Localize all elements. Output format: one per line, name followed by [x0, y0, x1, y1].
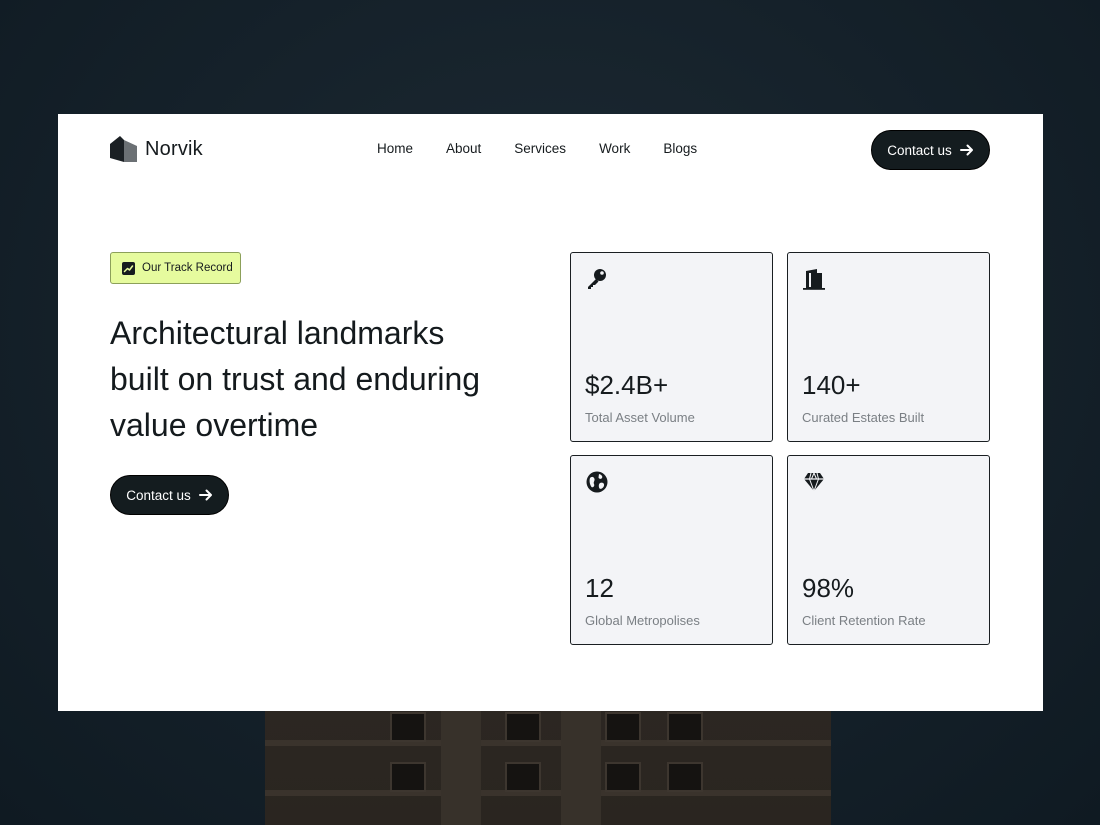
nav-item-about[interactable]: About — [446, 141, 481, 156]
globe-icon — [586, 471, 608, 493]
hero-headline: Architectural landmarks built on trust a… — [110, 315, 481, 443]
nav-item-home[interactable]: Home — [377, 141, 413, 156]
trending-chart-icon — [122, 261, 135, 275]
stat-card-metropolises: 12 Global Metropolises — [570, 455, 773, 645]
hero-contact-label: Contact us — [126, 487, 191, 503]
badge-label: Our Track Record — [142, 262, 233, 274]
nav-item-blogs[interactable]: Blogs — [663, 141, 697, 156]
stat-card-retention-rate: 98% Client Retention Rate — [787, 455, 990, 645]
landing-card: Norvik Home About Services Work Blogs Co… — [58, 114, 1043, 711]
brand-name: Norvik — [145, 137, 203, 160]
stat-card-asset-volume: $2.4B+ Total Asset Volume — [570, 252, 773, 442]
background-building — [265, 700, 831, 825]
stat-value: 98% — [802, 573, 855, 603]
main-nav: Home About Services Work Blogs — [377, 141, 697, 156]
stat-value: 12 — [585, 573, 614, 603]
arrow-right-icon — [959, 144, 973, 156]
diamond-icon — [804, 472, 824, 492]
stat-card-estates-built: 140+ Curated Estates Built — [787, 252, 990, 442]
stat-value: $2.4B+ — [585, 370, 669, 400]
nav-contact-label: Contact us — [887, 142, 952, 158]
track-record-badge: Our Track Record — [110, 252, 241, 284]
nav-item-work[interactable]: Work — [599, 141, 630, 156]
brand-logo[interactable]: Norvik — [110, 136, 203, 162]
key-icon — [588, 269, 606, 289]
nav-item-services[interactable]: Services — [514, 141, 566, 156]
building-icon — [803, 269, 825, 290]
hero-contact-button[interactable]: Contact us — [110, 475, 229, 515]
stat-label: Total Asset Volume — [585, 410, 695, 425]
nav-contact-button[interactable]: Contact us — [871, 130, 990, 170]
stat-label: Global Metropolises — [585, 613, 700, 628]
stat-label: Curated Estates Built — [802, 410, 925, 425]
norvik-logo-icon — [110, 136, 137, 162]
stat-label: Client Retention Rate — [802, 613, 926, 628]
arrow-right-icon — [198, 489, 212, 501]
stat-value: 140+ — [802, 370, 861, 400]
